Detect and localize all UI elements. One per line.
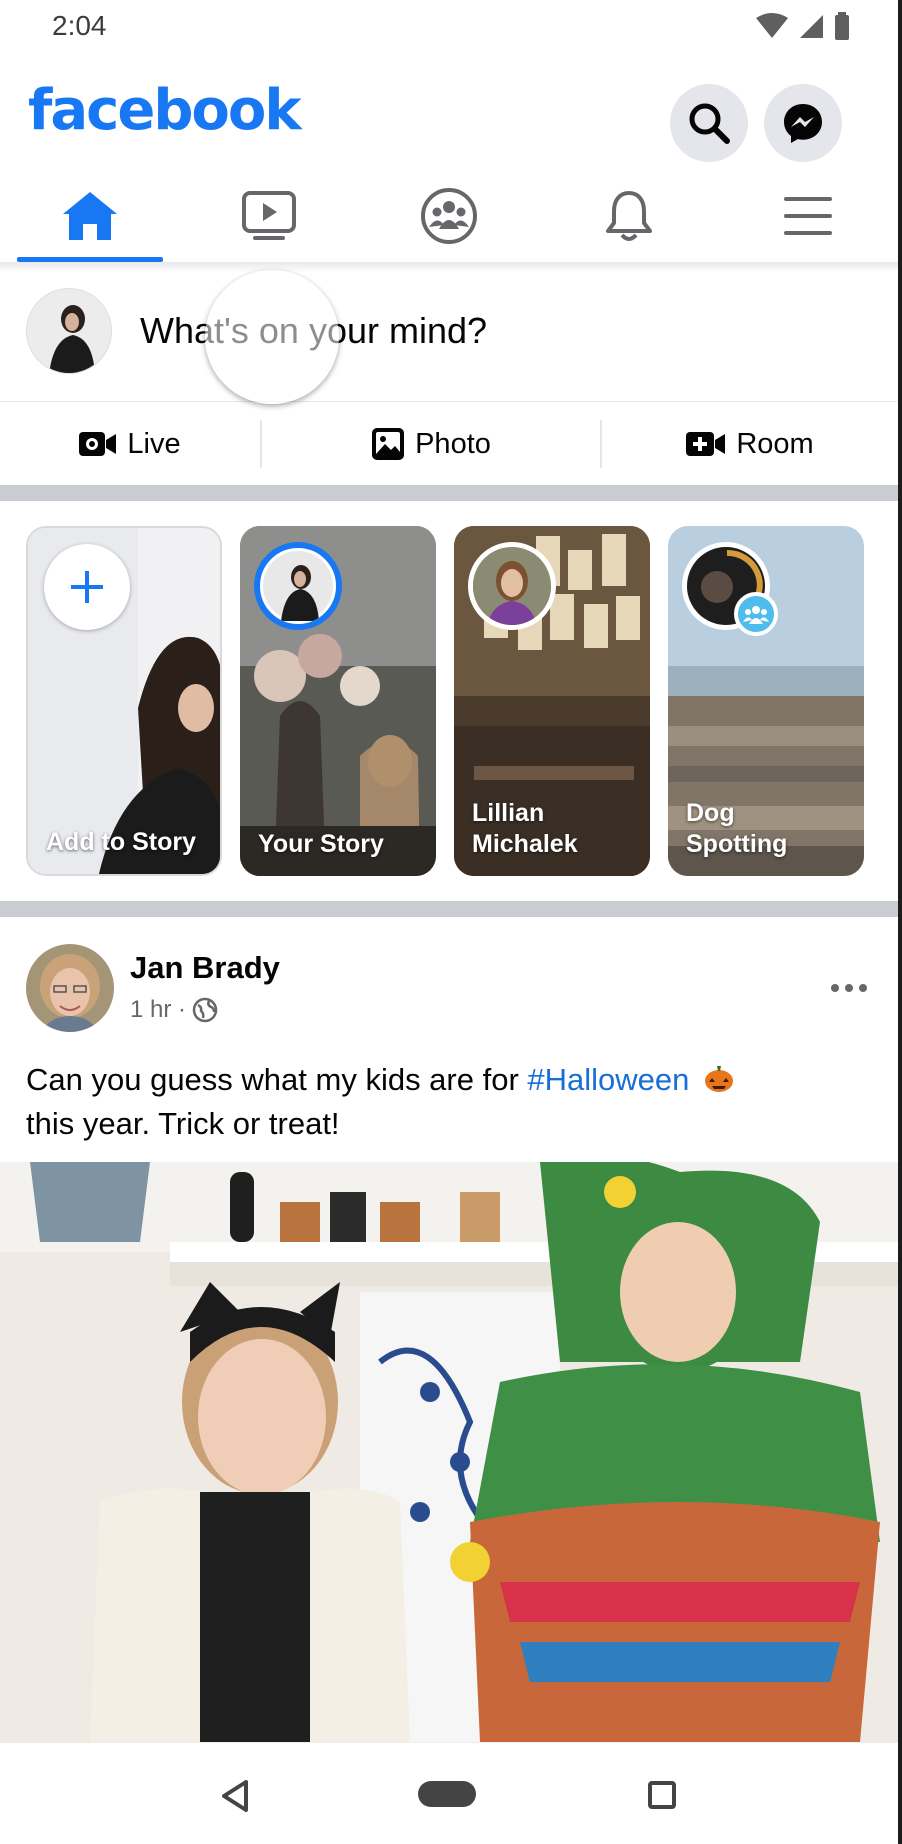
facebook-app-screen: 2:04 facebook What's your mind? Live Pho… bbox=[0, 0, 898, 1844]
stories-tray: Add to Story Your Story Lillian Michalek… bbox=[0, 500, 898, 900]
facebook-logo[interactable]: facebook bbox=[28, 78, 302, 143]
story-card-your-story[interactable]: Your Story bbox=[240, 526, 436, 876]
composer-actions: Live Photo Room bbox=[0, 403, 898, 485]
author-avatar[interactable] bbox=[26, 944, 114, 1032]
status-icons bbox=[756, 12, 850, 40]
live-label: Live bbox=[127, 427, 181, 460]
post-photo[interactable] bbox=[0, 1162, 898, 1742]
groups-icon bbox=[420, 188, 477, 244]
battery-icon bbox=[835, 12, 849, 40]
status-bar: 2:04 bbox=[0, 0, 898, 54]
search-button[interactable] bbox=[670, 84, 748, 162]
signal-icon bbox=[800, 15, 823, 38]
back-icon[interactable] bbox=[220, 1779, 250, 1813]
story-card-dog-spotting[interactable]: Dog Spotting bbox=[668, 526, 864, 876]
group-badge bbox=[734, 592, 778, 636]
video-icon bbox=[242, 191, 297, 240]
post-text: Can you guess what my kids are for #Hall… bbox=[26, 1058, 866, 1146]
home-icon bbox=[62, 192, 117, 240]
section-separator bbox=[0, 485, 898, 501]
author-name[interactable]: Jan Brady bbox=[130, 950, 280, 986]
pumpkin-icon bbox=[705, 1066, 734, 1092]
story-label: Add to Story bbox=[46, 828, 196, 856]
system-navigation-bar bbox=[0, 1742, 898, 1844]
room-button[interactable]: Room bbox=[602, 403, 898, 485]
story-label: Your Story bbox=[258, 830, 384, 858]
room-label: Room bbox=[736, 427, 814, 460]
live-button[interactable]: Live bbox=[0, 403, 260, 485]
story-label: Lillian Michalek bbox=[472, 799, 578, 858]
user-avatar[interactable] bbox=[26, 288, 112, 374]
messenger-button[interactable] bbox=[764, 84, 842, 162]
messenger-icon bbox=[784, 104, 822, 143]
app-header: facebook bbox=[0, 62, 898, 162]
plus-icon bbox=[71, 571, 103, 603]
photo-button[interactable]: Photo bbox=[262, 403, 600, 485]
post-options-button[interactable] bbox=[830, 980, 868, 998]
post-time[interactable]: 1 hr · bbox=[130, 996, 186, 1024]
story-label: Dog Spotting bbox=[686, 799, 788, 858]
hamburger-menu-icon bbox=[784, 197, 833, 235]
story-avatar bbox=[254, 542, 342, 630]
hashtag-link[interactable]: #Halloween bbox=[527, 1062, 689, 1097]
search-icon bbox=[689, 103, 730, 144]
tab-groups[interactable] bbox=[359, 170, 539, 262]
section-separator bbox=[0, 901, 898, 917]
post-meta: 1 hr · bbox=[130, 996, 218, 1024]
halloween-kids-photo bbox=[0, 1162, 898, 1742]
post-text-start: Can you guess what my kids are for bbox=[26, 1062, 528, 1097]
post-composer[interactable]: What's on your mind? bbox=[0, 272, 898, 402]
add-story-button[interactable] bbox=[44, 544, 130, 630]
recents-icon[interactable] bbox=[648, 1781, 676, 1809]
touch-indicator bbox=[205, 270, 339, 404]
more-options-icon bbox=[831, 984, 867, 992]
photo-icon bbox=[372, 428, 405, 460]
tab-watch[interactable] bbox=[180, 170, 360, 262]
room-icon bbox=[686, 432, 726, 456]
story-avatar bbox=[468, 542, 556, 630]
tab-notifications[interactable] bbox=[539, 170, 719, 262]
globe-icon bbox=[192, 997, 218, 1023]
photo-label: Photo bbox=[415, 427, 491, 460]
post-header: Jan Brady 1 hr · bbox=[0, 920, 898, 1060]
live-video-icon bbox=[79, 432, 117, 456]
wifi-icon bbox=[756, 13, 788, 38]
story-card-add[interactable]: Add to Story bbox=[26, 526, 222, 876]
main-tabs bbox=[0, 170, 898, 262]
story-card-lillian[interactable]: Lillian Michalek bbox=[454, 526, 650, 876]
tab-menu[interactable] bbox=[718, 170, 898, 262]
post-text-end: this year. Trick or treat! bbox=[26, 1106, 340, 1141]
tab-home[interactable] bbox=[0, 170, 180, 262]
groups-icon bbox=[743, 606, 769, 624]
screen-edge bbox=[898, 0, 902, 1844]
home-button[interactable] bbox=[418, 1781, 476, 1807]
bell-icon bbox=[605, 191, 652, 241]
status-time: 2:04 bbox=[52, 10, 107, 41]
tabs-shadow bbox=[0, 262, 898, 272]
